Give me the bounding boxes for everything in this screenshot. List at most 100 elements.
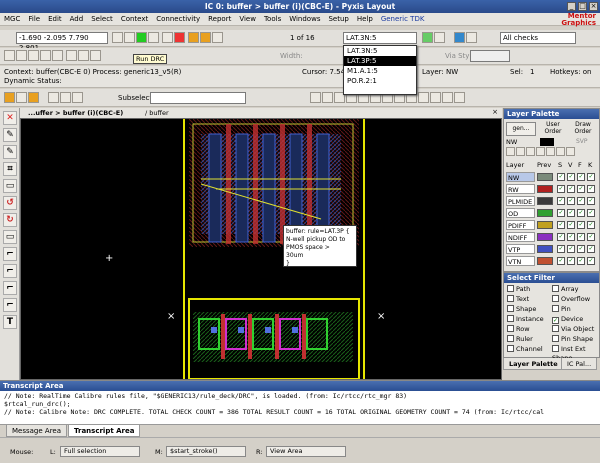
layer-flag-checkbox[interactable]: ✓ (567, 185, 575, 193)
layer-flag-checkbox[interactable]: ✓ (567, 221, 575, 229)
filter-checkbox[interactable] (507, 335, 514, 342)
delete-icon[interactable]: ✕ (3, 111, 17, 125)
menu-windows[interactable]: Windows (285, 13, 324, 26)
menu-connectivity[interactable]: Connectivity (152, 13, 204, 26)
layer-flag-checkbox[interactable]: ✓ (577, 245, 585, 253)
menu-mgc[interactable]: MGC (0, 13, 24, 26)
layer-flag-checkbox[interactable]: ✓ (577, 233, 585, 241)
layer-flag-checkbox[interactable]: ✓ (557, 245, 565, 253)
menu-context[interactable]: Context (117, 13, 152, 26)
filter-checkbox[interactable] (507, 315, 514, 322)
filter-pin-shape[interactable]: Pin Shape (552, 335, 593, 344)
layer-row[interactable]: PLMIDE ✓ ✓ ✓ ✓ (506, 196, 598, 207)
layer-flag-checkbox[interactable]: ✓ (587, 185, 595, 193)
layer-tool-10-icon[interactable] (418, 92, 429, 103)
layer-tool-1-icon[interactable] (310, 92, 321, 103)
filter-checkbox[interactable] (552, 325, 559, 332)
user-order-button[interactable]: User Order (540, 121, 566, 135)
layer-swatch[interactable] (537, 257, 553, 265)
tool-icon[interactable] (148, 32, 159, 43)
grid-icon[interactable] (124, 32, 135, 43)
layer-flag-checkbox[interactable]: ✓ (557, 209, 565, 217)
path-icon[interactable]: ⌐ (3, 264, 17, 278)
layer-row[interactable]: VTP ✓ ✓ ✓ ✓ (506, 244, 598, 255)
layer-row[interactable]: RW ✓ ✓ ✓ ✓ (506, 184, 598, 195)
polygon-icon[interactable]: ⌐ (3, 247, 17, 261)
filter-checkbox[interactable]: ✓ (552, 317, 559, 324)
layer-row[interactable]: OD ✓ ✓ ✓ ✓ (506, 208, 598, 219)
layer-flag-checkbox[interactable]: ✓ (577, 209, 585, 217)
maximize-button[interactable]: □ (578, 2, 587, 11)
back-icon[interactable] (4, 92, 15, 103)
filter-checkbox[interactable] (507, 295, 514, 302)
palette-tool-4-icon[interactable] (536, 147, 545, 156)
redo-icon[interactable]: ↻ (3, 213, 17, 227)
layer-flag-checkbox[interactable]: ✓ (557, 257, 565, 265)
layer-flag-checkbox[interactable]: ✓ (557, 233, 565, 241)
layer-flag-checkbox[interactable]: ✓ (587, 221, 595, 229)
layer-flag-checkbox[interactable]: ✓ (577, 185, 585, 193)
pencil-icon[interactable] (112, 32, 123, 43)
layer-flag-checkbox[interactable]: ✓ (567, 197, 575, 205)
undo-icon[interactable]: ↺ (3, 196, 17, 210)
layer-tool-13-icon[interactable] (454, 92, 465, 103)
layer-tool-2-icon[interactable] (322, 92, 333, 103)
zoom-in-icon[interactable] (66, 50, 78, 61)
palette-tool-7-icon[interactable] (566, 147, 575, 156)
menu-setup[interactable]: Setup (324, 13, 352, 26)
cancel-icon[interactable] (174, 32, 186, 43)
prev-icon[interactable] (188, 32, 200, 43)
layer-flag-checkbox[interactable]: ✓ (587, 245, 595, 253)
rule-option[interactable]: M1.A.1:5 (344, 66, 416, 76)
layer-flag-checkbox[interactable]: ✓ (577, 257, 585, 265)
layer-flag-checkbox[interactable]: ✓ (567, 245, 575, 253)
doc-tab-layout[interactable]: ...uffer > buffer (i)(CBC-E) (28, 109, 123, 117)
filter-checkbox[interactable] (552, 305, 559, 312)
layer-swatch[interactable] (537, 233, 553, 241)
layer-flag-checkbox[interactable]: ✓ (577, 197, 585, 205)
filter-row[interactable]: Row (507, 325, 530, 334)
layer-flag-checkbox[interactable]: ✓ (567, 209, 575, 217)
tab-transcript-area[interactable]: Transcript Area (68, 425, 141, 437)
coordinates-field[interactable]: -1.690 -2.095 7.790 2.801 (16, 32, 108, 52)
layer-flag-checkbox[interactable]: ✓ (587, 209, 595, 217)
filter-checkbox[interactable] (507, 325, 514, 332)
check-icon[interactable] (422, 32, 433, 43)
menu-select[interactable]: Select (87, 13, 117, 26)
layout-canvas[interactable]: + × × (20, 118, 502, 380)
gear-icon[interactable] (466, 32, 478, 43)
layer-swatch[interactable] (537, 245, 553, 253)
menu-report[interactable]: Report (204, 13, 235, 26)
palette-tool-2-icon[interactable] (516, 147, 525, 156)
layer-row[interactable]: PDIFF ✓ ✓ ✓ ✓ (506, 220, 598, 231)
tab-message-area[interactable]: Message Area (6, 425, 68, 437)
layer-flag-checkbox[interactable]: ✓ (577, 221, 585, 229)
layer-tool-12-icon[interactable] (442, 92, 453, 103)
copy-icon[interactable] (40, 50, 51, 61)
close-button[interactable]: × (589, 2, 598, 11)
ruler-icon[interactable]: ⌗ (3, 162, 17, 176)
folder-icon[interactable] (16, 92, 27, 103)
menu-add[interactable]: Add (66, 13, 88, 26)
shape-icon[interactable]: ▭ (3, 179, 17, 193)
layer-swatch[interactable] (537, 197, 553, 205)
tab-layer-palette[interactable]: Layer Palette (503, 358, 564, 370)
tab-close-icon[interactable]: × (492, 108, 498, 116)
zoom-fit-icon[interactable] (90, 50, 102, 61)
layer-flag-checkbox[interactable]: ✓ (587, 233, 595, 241)
rule-option[interactable]: LAT.3P:5 (344, 56, 416, 66)
via-icon[interactable]: ⌐ (3, 298, 17, 312)
palette-tool-5-icon[interactable] (546, 147, 555, 156)
check-filter-select[interactable]: All checks (500, 32, 576, 44)
menu-tools[interactable]: Tools (260, 13, 285, 26)
layer-swatch[interactable] (537, 209, 553, 217)
generic-button[interactable]: gen... (506, 122, 536, 136)
rule-dropdown-list[interactable]: LAT.3N:5 LAT.3P:5 M1.A.1:5 PO.R.2:1 (343, 45, 417, 95)
menu-view[interactable]: View (235, 13, 260, 26)
doc-tab-buffer[interactable]: / buffer (145, 109, 169, 117)
select-box-icon[interactable] (60, 92, 72, 103)
layer-swatch[interactable] (537, 221, 553, 229)
layer-flag-checkbox[interactable]: ✓ (567, 173, 575, 181)
wire-icon[interactable]: ⌐ (3, 281, 17, 295)
rule-option[interactable]: LAT.3N:5 (344, 46, 416, 56)
